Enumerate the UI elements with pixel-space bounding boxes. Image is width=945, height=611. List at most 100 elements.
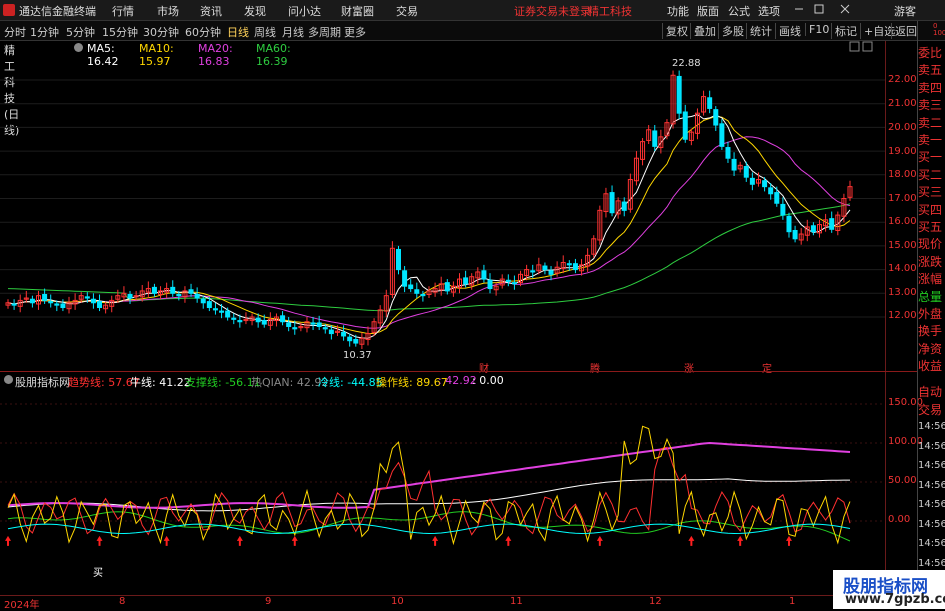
menu-market[interactable]: 市场 xyxy=(157,3,179,19)
menu-bar: 通达信金融终端 行情 市场 资讯 发现 问小达 财富圈 交易 证券交易未登录 精… xyxy=(0,0,945,21)
menu-market-quotes[interactable]: 行情 xyxy=(112,3,134,19)
menu-news[interactable]: 资讯 xyxy=(200,3,222,19)
trade-time: 14:56 xyxy=(918,479,945,491)
candle-body xyxy=(408,284,414,290)
overlay-button[interactable]: 叠加 xyxy=(690,23,719,39)
event-placement-label[interactable]: 定 xyxy=(762,360,772,375)
candle-body xyxy=(97,301,103,309)
ind-y-tick: 0.00 xyxy=(888,514,911,525)
event-finance-label[interactable]: 财 xyxy=(479,360,489,375)
buy-arrow-icon xyxy=(291,535,298,546)
period-multi[interactable]: 多周期 xyxy=(308,24,341,40)
candle-body xyxy=(713,109,719,126)
restore-icon[interactable] xyxy=(812,2,826,16)
mark-button[interactable]: 标记 xyxy=(831,23,860,39)
guest-user[interactable]: 游客 xyxy=(894,3,916,19)
indicator-settings-icon[interactable] xyxy=(4,375,13,384)
buy-arrow-icon xyxy=(96,535,103,546)
chart-collapse-icon[interactable] xyxy=(848,41,878,53)
candle-body xyxy=(792,229,798,240)
magenta-line xyxy=(7,441,851,509)
quote-field-label: 卖五 xyxy=(918,63,943,78)
period-1min[interactable]: 1分钟 xyxy=(30,24,59,40)
hot-money-label: 热QIAN: 42.92 xyxy=(251,376,329,389)
quote-field-label: 卖三 xyxy=(918,98,943,113)
menu-trade[interactable]: 交易 xyxy=(396,3,418,19)
quote-field-label: 卖一 xyxy=(918,133,943,147)
candle-body xyxy=(768,187,774,195)
y-tick: 19.00 xyxy=(888,146,917,157)
menu-wealth-circle[interactable]: 财富圈 xyxy=(341,3,374,19)
period-30min[interactable]: 30分钟 xyxy=(143,24,179,40)
trade-time: 14:56 xyxy=(918,440,945,452)
menu-layout[interactable]: 版面 xyxy=(697,3,719,19)
quote-field-label: 委比 xyxy=(918,46,943,60)
candle-body xyxy=(280,315,286,323)
period-daily[interactable]: 日线 xyxy=(227,24,249,40)
x-tick: 8 xyxy=(119,596,126,607)
candle-body xyxy=(707,97,713,109)
indicator-name[interactable]: 股朋指标网 xyxy=(15,374,70,390)
candle-body xyxy=(749,177,755,185)
quote-field-label: 涨幅 xyxy=(918,272,943,287)
trade-time: 14:56 xyxy=(918,499,945,510)
candle-body xyxy=(11,303,17,306)
panel-divider xyxy=(0,371,918,372)
candle-body xyxy=(231,317,237,320)
candle-body xyxy=(463,277,469,285)
quote-field-label: 净资 xyxy=(918,341,943,356)
y-tick: 14.00 xyxy=(888,263,917,274)
period-60min[interactable]: 60分钟 xyxy=(185,24,221,40)
statistics-button[interactable]: 统计 xyxy=(746,23,775,39)
candle-body xyxy=(414,289,420,294)
panel-top-marker: 0 1000 xyxy=(933,22,945,37)
zero-value-label: : 0.00 xyxy=(472,374,504,387)
candle-body xyxy=(810,225,816,233)
menu-function[interactable]: 功能 xyxy=(667,3,689,19)
menu-formula[interactable]: 公式 xyxy=(728,3,750,19)
quote-field-label: 外盘 xyxy=(918,307,943,321)
period-more[interactable]: 更多 xyxy=(344,24,366,40)
buy-signal-label: 买 xyxy=(93,568,103,579)
current-stock-name: 精工科技 xyxy=(588,5,632,18)
buy-arrow-icon xyxy=(737,535,744,546)
candlestick-chart[interactable] xyxy=(0,41,885,372)
candle-body xyxy=(341,331,347,337)
candle-body xyxy=(237,320,243,323)
magenta-value-label: : 42.92 xyxy=(438,374,477,387)
minimize-icon[interactable] xyxy=(792,2,806,16)
trade-label[interactable]: 交易 xyxy=(918,401,945,418)
period-5min[interactable]: 5分钟 xyxy=(66,24,95,40)
ind-y-tick: 50.00 xyxy=(888,475,917,486)
candle-body xyxy=(219,310,225,313)
auto-trade-label[interactable]: 自动 xyxy=(918,383,945,400)
event-limitup-label[interactable]: 涨 xyxy=(684,360,694,375)
indicator-chart[interactable] xyxy=(0,390,885,595)
period-weekly[interactable]: 周线 xyxy=(254,24,276,40)
event-tencent-label[interactable]: 腾 xyxy=(590,360,600,375)
quote-field-label: 买三 xyxy=(918,185,943,200)
login-warning[interactable]: 证券交易未登录 xyxy=(514,3,591,19)
close-icon[interactable] xyxy=(838,2,852,16)
candle-body xyxy=(542,265,548,271)
quote-field-label: 总量 xyxy=(918,289,943,304)
candle-body xyxy=(652,130,658,147)
low-price-label: 10.37 xyxy=(343,350,372,361)
menu-discover[interactable]: 发现 xyxy=(244,3,266,19)
candle-body xyxy=(609,192,615,214)
multi-stock-button[interactable]: 多股 xyxy=(718,23,747,39)
period-15min[interactable]: 15分钟 xyxy=(102,24,138,40)
y-tick: 20.00 xyxy=(888,122,917,133)
back-button[interactable]: 返回 xyxy=(891,23,920,39)
adjust-button[interactable]: 复权 xyxy=(662,23,691,39)
draw-button[interactable]: 画线 xyxy=(775,23,804,39)
period-tick[interactable]: 分时 xyxy=(4,24,26,40)
period-monthly[interactable]: 月线 xyxy=(282,24,304,40)
menu-options[interactable]: 选项 xyxy=(758,3,780,19)
buy-arrow-icon xyxy=(785,535,792,546)
f10-button[interactable]: F10 xyxy=(805,23,832,36)
candle-body xyxy=(481,270,487,280)
menu-ask-assistant[interactable]: 问小达 xyxy=(288,3,321,19)
x-tick: 11 xyxy=(510,596,523,607)
y-tick: 18.00 xyxy=(888,169,917,180)
